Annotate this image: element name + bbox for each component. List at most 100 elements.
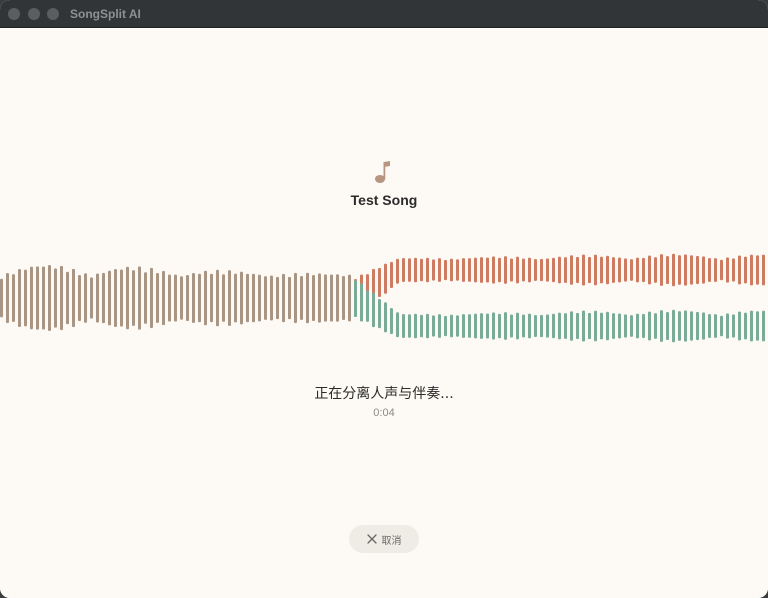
accompaniment-bar: [510, 314, 513, 338]
vocals-bar: [396, 258, 399, 284]
vocals-bar: [468, 258, 471, 282]
accompaniment-bar: [666, 311, 669, 341]
vocals-bar: [684, 254, 687, 286]
vocals-bar: [624, 258, 627, 282]
waveform-bar: [234, 273, 237, 323]
vocals-bar: [552, 257, 555, 283]
accompaniment-bar: [576, 312, 579, 340]
minimize-window-button[interactable]: [28, 8, 40, 20]
waveform-bar: [42, 266, 45, 330]
accompaniment-bar: [678, 311, 681, 341]
waveform-bar: [330, 274, 333, 322]
waveform-bar: [306, 272, 309, 324]
accompaniment-bar: [696, 311, 699, 341]
vocals-bar: [474, 257, 477, 283]
zoom-window-button[interactable]: [47, 8, 59, 20]
waveform-bar: [198, 273, 201, 323]
waveform-bar: [300, 276, 303, 320]
waveform-bar: [156, 273, 159, 323]
waveform-bar: [336, 274, 339, 322]
waveform-bar: [90, 277, 93, 319]
cancel-label: 取消: [381, 535, 402, 547]
vocals-bar: [528, 257, 531, 283]
vocals-bar: [510, 258, 513, 282]
waveform-bar: [174, 274, 177, 322]
waveform-bar: [312, 274, 315, 322]
waveform-bar: [150, 267, 153, 329]
vocals-bar: [744, 256, 747, 284]
vocals-bar: [654, 257, 657, 283]
accompaniment-bar: [702, 312, 705, 340]
waveform-bar: [66, 271, 69, 325]
accompaniment-bar: [558, 312, 561, 340]
waveform-bar: [270, 275, 273, 321]
waveform-bar: [348, 274, 351, 322]
vocals-bar: [564, 257, 567, 283]
waveform-visualizer: [0, 253, 765, 343]
vocals-bar: [696, 255, 699, 285]
accompaniment-bar: [756, 311, 759, 341]
accompaniment-bar: [564, 313, 567, 339]
vocals-bar: [708, 258, 711, 282]
music-note-icon: [375, 161, 390, 183]
accompaniment-bar: [402, 314, 405, 338]
waveform-bar: [264, 276, 267, 320]
accompaniment-bar: [474, 313, 477, 339]
accompaniment-bar: [762, 310, 765, 342]
vocals-bar: [636, 257, 639, 283]
accompaniment-bar: [648, 311, 651, 341]
vocals-bar: [576, 256, 579, 284]
accompaniment-bar: [492, 312, 495, 340]
vocals-bar: [450, 258, 453, 282]
accompaniment-bar: [618, 313, 621, 339]
main-content: Test Song 正在分离人声与伴奏... 0:04 取消: [0, 28, 768, 598]
vocals-bar: [384, 263, 387, 294]
vocals-bar: [558, 256, 561, 284]
accompaniment-bar: [498, 313, 501, 339]
waveform-bar: [36, 266, 39, 330]
accompaniment-bar: [504, 312, 507, 340]
waveform-bar: [132, 270, 135, 326]
accompaniment-bar: [522, 314, 525, 338]
vocals-bar: [408, 258, 411, 282]
waveform-bar: [252, 273, 255, 323]
vocals-bar: [444, 259, 447, 281]
vocals-bar: [582, 254, 585, 286]
status-text: 正在分离人声与伴奏...: [314, 386, 454, 402]
waveform-bar: [72, 268, 75, 328]
vocals-bar: [642, 257, 645, 283]
accompaniment-bar: [390, 307, 393, 335]
waveform-bar: [18, 269, 21, 327]
accompaniment-bar: [420, 314, 423, 338]
accompaniment-bar: [720, 315, 723, 337]
accompaniment-bar: [750, 310, 753, 342]
vocals-bar: [606, 255, 609, 285]
waveform-bar: [294, 272, 297, 324]
waveform-bar: [282, 273, 285, 323]
accompaniment-bar: [546, 314, 549, 338]
accompaniment-bar: [744, 312, 747, 340]
waveform-bar: [168, 274, 171, 322]
accompaniment-bar: [426, 313, 429, 339]
waveform-bar: [108, 270, 111, 326]
vocals-bar: [420, 258, 423, 282]
vocals-bar: [612, 257, 615, 283]
accompaniment-bar: [732, 314, 735, 338]
vocals-bar: [588, 256, 591, 284]
cancel-button[interactable]: 取消: [349, 525, 419, 553]
accompaniment-bar: [444, 315, 447, 337]
waveform-bar: [54, 268, 57, 328]
waveform-bar: [48, 265, 51, 331]
vocals-bar: [720, 259, 723, 281]
accompaniment-bar: [396, 312, 399, 338]
vocals-bar: [456, 259, 459, 281]
vocals-bar: [618, 257, 621, 283]
accompaniment-bar: [486, 313, 489, 339]
close-window-button[interactable]: [8, 8, 20, 20]
accompaniment-bar: [612, 313, 615, 339]
accompaniment-bar: [660, 310, 663, 342]
waveform-bar: [138, 266, 141, 330]
accompaniment-bar: [708, 314, 711, 338]
vocals-bar: [738, 255, 741, 285]
accompaniment-bar: [480, 313, 483, 339]
